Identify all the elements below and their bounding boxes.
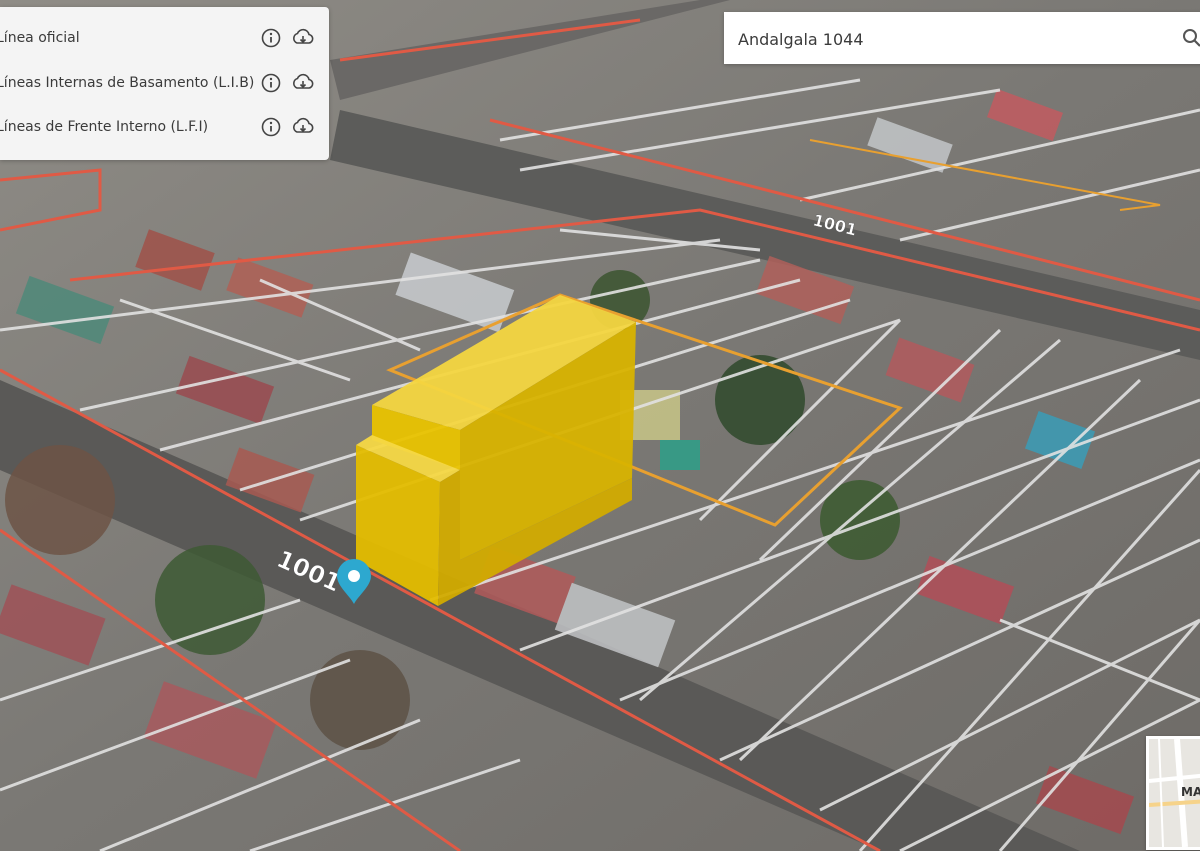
info-icon[interactable] xyxy=(259,71,283,95)
search-icon[interactable] xyxy=(1182,28,1200,52)
layer-row-linea-oficial: Línea oficial xyxy=(0,16,329,60)
layers-panel: Línea oficial Líneas Internas de Basamen… xyxy=(0,7,329,160)
layer-label: Línea oficial xyxy=(0,30,80,46)
info-icon[interactable] xyxy=(259,26,283,50)
address-search-box xyxy=(724,12,1200,64)
download-cloud-icon[interactable] xyxy=(291,26,315,50)
info-icon[interactable] xyxy=(259,115,283,139)
layer-label: Líneas de Frente Interno (L.F.I) xyxy=(0,119,209,135)
layer-row-lfi: Líneas de Frente Interno (L.F.I) xyxy=(0,105,329,149)
layer-label: Líneas Internas de Basamento (L.I.B) xyxy=(0,75,255,91)
address-search-input[interactable] xyxy=(736,25,1170,53)
download-cloud-icon[interactable] xyxy=(291,115,315,139)
layer-row-lib: Líneas Internas de Basamento (L.I.B) xyxy=(0,61,329,105)
download-cloud-icon[interactable] xyxy=(291,71,315,95)
minimap-label: MA xyxy=(1181,785,1200,799)
minimap[interactable]: MA xyxy=(1146,736,1200,850)
